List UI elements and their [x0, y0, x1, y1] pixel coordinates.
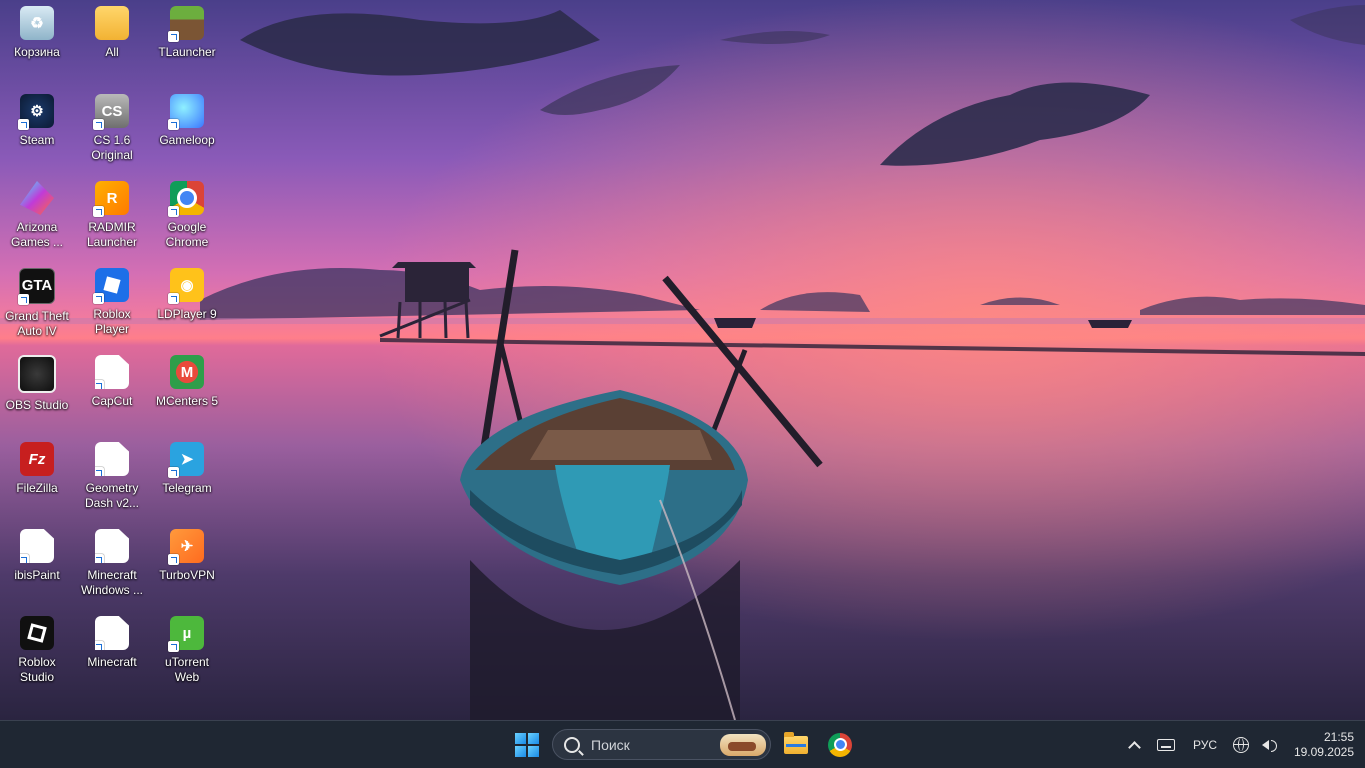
desktop-icon-roblox-player[interactable]: Roblox Player: [75, 262, 149, 337]
taskbar: Поиск РУС 21:55 19.09.2025: [0, 720, 1365, 768]
recycle-bin-icon: ♻: [20, 6, 54, 40]
clock-time: 21:55: [1323, 729, 1354, 744]
taskbar-search-box[interactable]: Поиск: [552, 729, 771, 760]
desktop-icon-label: Minecraft Windows ...: [80, 568, 143, 597]
desktop-icon-label: CapCut: [91, 394, 133, 408]
search-icon: [564, 736, 580, 753]
desktop-icon-label: TurboVPN: [159, 568, 215, 582]
desktop-icon-roblox-studio[interactable]: Roblox Studio: [0, 610, 74, 685]
desktop-icon-label: Minecraft: [87, 655, 137, 669]
desktop-icon-label: LDPlayer 9: [157, 307, 217, 321]
desktop-icon-label: Steam: [19, 133, 55, 147]
utorrent-icon: µ: [168, 616, 204, 652]
generic-file-icon: [95, 616, 129, 650]
arizona-games-icon: [20, 181, 54, 215]
counter-strike-icon: CS: [93, 94, 129, 130]
desktop-icon-steam[interactable]: ⚙ Steam: [0, 88, 74, 148]
radmir-launcher-icon: R: [93, 181, 129, 217]
generic-file-icon: [95, 529, 129, 563]
desktop-icon-label: MCenters 5: [155, 394, 219, 408]
desktop-icon-arizona-games[interactable]: Arizona Games ...: [0, 175, 74, 250]
desktop-icon-label: OBS Studio: [5, 398, 69, 412]
desktop-icon-label: Telegram: [162, 481, 212, 495]
desktop-icon-minecraft-windows[interactable]: Minecraft Windows ...: [75, 523, 149, 598]
start-button[interactable]: [506, 721, 548, 768]
roblox-studio-icon: [20, 616, 54, 650]
desktop-icon-label: Gameloop: [159, 133, 215, 147]
desktop-icon-minecraft[interactable]: Minecraft: [75, 610, 149, 670]
desktop-icon-recycle-bin[interactable]: ♻ Корзина: [0, 0, 74, 60]
mcenters-icon: M: [170, 355, 204, 389]
turbovpn-icon: ✈: [168, 529, 204, 565]
desktop-icon-telegram[interactable]: ➤ Telegram: [150, 436, 224, 496]
volume-button[interactable]: [1255, 721, 1277, 768]
desktop-icon-label: TLauncher: [158, 45, 216, 59]
generic-file-icon: [95, 355, 129, 389]
folder-icon: [95, 6, 129, 40]
chevron-up-icon: [1127, 740, 1141, 754]
globe-icon: [1233, 736, 1249, 753]
keyboard-icon: [1157, 738, 1175, 751]
chrome-icon: [168, 181, 204, 217]
desktop-icon-label: CS 1.6 Original: [91, 133, 133, 162]
ldplayer-icon: ◉: [168, 268, 204, 304]
desktop-icon-label: All: [105, 45, 119, 59]
desktop-icon-turbovpn[interactable]: ✈ TurboVPN: [150, 523, 224, 583]
file-explorer-icon: [784, 731, 808, 754]
desktop-icon-label: RADMIR Launcher: [86, 220, 138, 249]
desktop-icon-label: Корзина: [14, 45, 60, 59]
desktop-icon-tlauncher[interactable]: TLauncher: [150, 0, 224, 60]
desktop-icon-ldplayer[interactable]: ◉ LDPlayer 9: [150, 262, 224, 322]
generic-file-icon: [20, 529, 54, 563]
speaker-icon: [1261, 739, 1277, 752]
search-highlight-image: [720, 734, 766, 756]
desktop-icon-label: Roblox Player: [93, 307, 131, 336]
desktop-icon-label: Roblox Studio: [18, 655, 56, 684]
tlauncher-icon: [168, 6, 204, 42]
gta-iv-icon: GTA: [18, 268, 55, 305]
obs-studio-icon: [18, 355, 56, 393]
input-language-button[interactable]: РУС: [1186, 721, 1224, 768]
windows-logo-icon: [515, 732, 539, 757]
generic-file-icon: [95, 442, 129, 476]
desktop-icon-cs-16[interactable]: CS CS 1.6 Original: [75, 88, 149, 163]
desktop-icon-label: uTorrent Web: [164, 655, 210, 684]
desktop-icon-gta-iv[interactable]: GTA Grand Theft Auto IV: [0, 262, 74, 339]
desktop-icon-geometry-dash[interactable]: Geometry Dash v2...: [75, 436, 149, 511]
desktop-icon-utorrent-web[interactable]: µ uTorrent Web: [150, 610, 224, 685]
desktop-icon-label: ibisPaint: [14, 568, 60, 582]
desktop-icon-google-chrome[interactable]: Google Chrome: [150, 175, 224, 250]
desktop-icon-ibispaint[interactable]: ibisPaint: [0, 523, 74, 583]
clock-date: 19.09.2025: [1293, 744, 1354, 759]
filezilla-icon: Fz: [20, 442, 54, 476]
clock-button[interactable]: 21:55 19.09.2025: [1284, 721, 1354, 768]
desktop-icon-radmir-launcher[interactable]: R RADMIR Launcher: [75, 175, 149, 250]
network-button[interactable]: [1231, 721, 1251, 768]
telegram-icon: ➤: [168, 442, 204, 478]
file-explorer-button[interactable]: [778, 721, 814, 768]
desktop-icon-filezilla[interactable]: Fz FileZilla: [0, 436, 74, 496]
roblox-player-icon: [93, 268, 129, 304]
desktop-icon-mcenters[interactable]: M MCenters 5: [150, 349, 224, 409]
chrome-taskbar-button[interactable]: [822, 721, 858, 768]
show-hidden-icons-button[interactable]: [1124, 721, 1144, 768]
desktop-icon-label: FileZilla: [16, 481, 58, 495]
steam-icon: ⚙: [18, 94, 54, 130]
desktop-icon-obs-studio[interactable]: OBS Studio: [0, 349, 74, 413]
desktop-icon-gameloop[interactable]: Gameloop: [150, 88, 224, 148]
desktop-icon-label: Google Chrome: [165, 220, 209, 249]
desktop-icon-label: Arizona Games ...: [10, 220, 63, 249]
search-placeholder: Поиск: [591, 736, 630, 753]
desktop: ♻ Корзина ⚙ Steam Arizona Games ... GTA …: [0, 0, 1365, 720]
desktop-icon-capcut[interactable]: CapCut: [75, 349, 149, 409]
desktop-icon-all-folder[interactable]: All: [75, 0, 149, 60]
touch-keyboard-button[interactable]: [1154, 721, 1178, 768]
desktop-icon-label: Grand Theft Auto IV: [5, 309, 69, 338]
chrome-icon: [828, 732, 852, 757]
desktop-icon-label: Geometry Dash v2...: [84, 481, 140, 510]
gameloop-icon: [168, 94, 204, 130]
